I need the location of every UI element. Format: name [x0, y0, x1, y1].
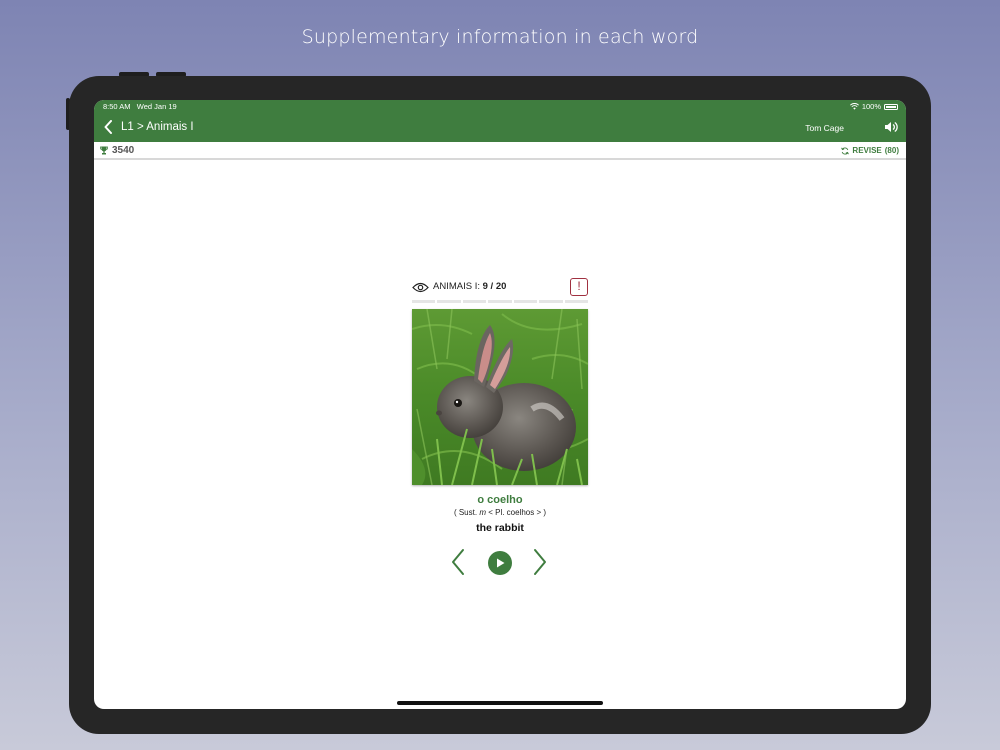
word-text: o coelho [477, 494, 523, 506]
play-button[interactable] [488, 551, 512, 575]
prev-icon[interactable] [450, 548, 466, 576]
lesson-count: 9 / 20 [482, 281, 507, 292]
status-right: 100% [849, 102, 898, 111]
progress-segment [539, 300, 563, 303]
nav-title: L1 > Animais I [121, 121, 194, 133]
progress-segment [437, 300, 461, 303]
status-time: 8:50 AM Wed Jan 19 [103, 102, 177, 111]
card-header: ANIMAIS I: 9 / 20 ! [412, 278, 588, 296]
score-bar: 3540 REVISE (80) [94, 142, 906, 160]
revise-icon [841, 146, 850, 155]
word-image [412, 309, 588, 485]
next-icon[interactable] [532, 548, 548, 576]
status-date: Wed Jan 19 [136, 102, 177, 111]
speaker-icon[interactable] [884, 121, 898, 133]
progress-segment [412, 300, 436, 303]
grammar-info: ( Sust. m < Pl. coelhos > ) [412, 508, 588, 517]
play-icon [497, 558, 505, 568]
progress-segment [564, 300, 588, 303]
progress-segment [488, 300, 512, 303]
lesson-progress-label: ANIMAIS I: 9 / 20 [433, 281, 506, 292]
rabbit-image [412, 309, 588, 485]
status-clock: 8:50 AM [103, 102, 131, 111]
home-indicator[interactable] [397, 701, 603, 705]
revise-label: REVISE [852, 146, 882, 155]
revise-count: (80) [884, 146, 899, 155]
eye-icon[interactable] [412, 282, 429, 293]
progress-segment [513, 300, 538, 303]
battery-percent: 100% [861, 102, 881, 111]
translation-text: the rabbit [476, 522, 524, 534]
progress-bar [412, 300, 588, 303]
report-button[interactable]: ! [570, 278, 588, 296]
top-bar: 8:50 AM Wed Jan 19 100% L1 > Animais I T… [94, 100, 906, 142]
user-name[interactable]: Tom Cage [805, 123, 844, 133]
trophy-icon [100, 146, 108, 155]
revise-button[interactable]: REVISE (80) [841, 146, 899, 155]
grammar-type: ( Sust. [453, 508, 478, 517]
progress-segment [462, 300, 487, 303]
caption: Supplementary information in each word [301, 26, 699, 48]
back-icon[interactable] [103, 120, 115, 134]
wifi-icon [849, 103, 859, 110]
battery-icon [884, 103, 898, 110]
score-value: 3540 [112, 145, 135, 156]
grammar-plural: < Pl. coelhos > ) [488, 508, 547, 517]
grammar-gender: m [479, 508, 486, 517]
lesson-name: ANIMAIS I: [433, 281, 480, 292]
screen: 8:50 AM Wed Jan 19 100% L1 > Animais I T… [94, 100, 906, 709]
